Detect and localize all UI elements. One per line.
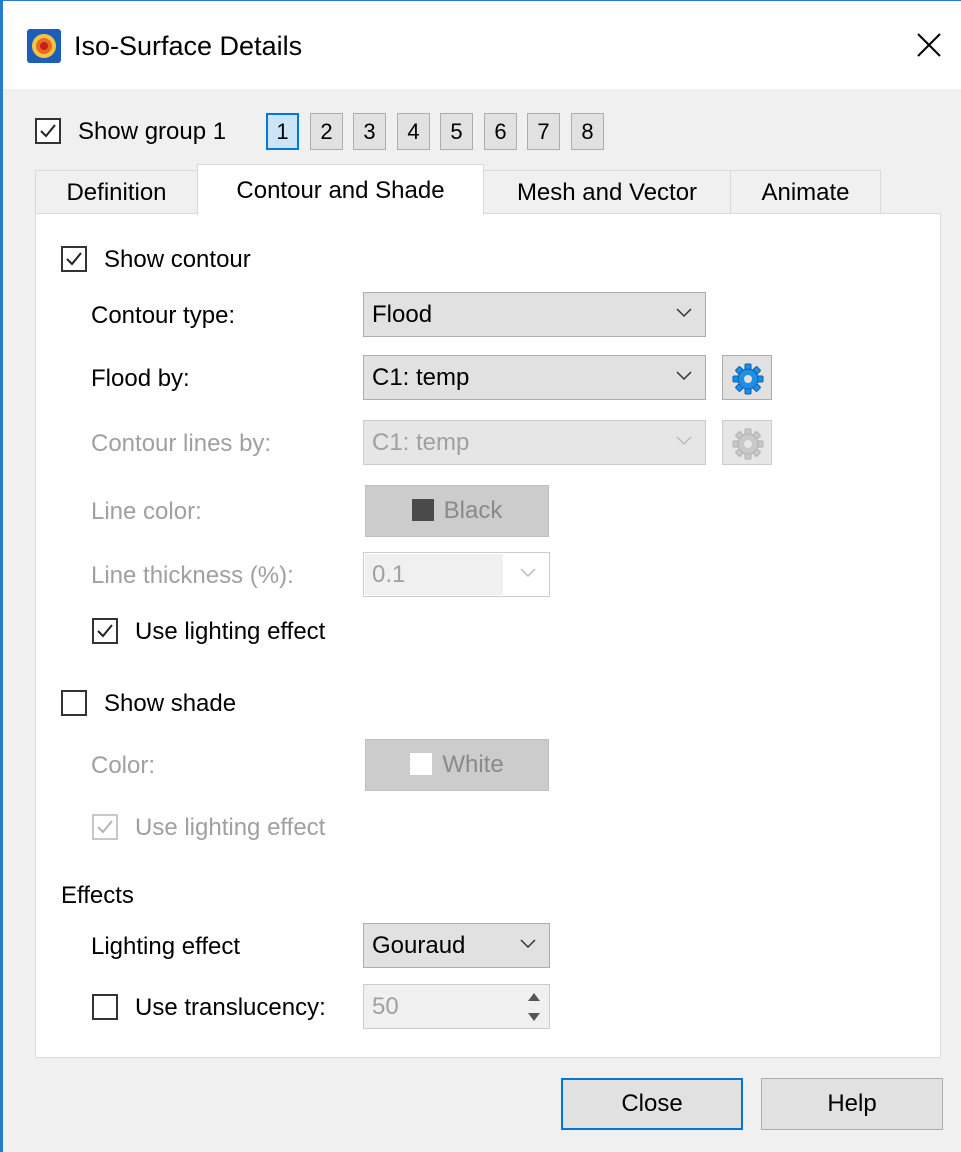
translucency-value: 50 <box>372 993 399 1020</box>
chevron-down-icon <box>520 939 536 949</box>
show-group-checkbox[interactable] <box>35 118 61 144</box>
lighting-effect-label: Lighting effect <box>91 933 241 960</box>
group-button-4[interactable]: 4 <box>397 113 430 150</box>
shade-color-label: Color: <box>91 752 156 779</box>
chevron-down-icon <box>520 568 536 578</box>
tab-mesh-and-vector[interactable]: Mesh and Vector <box>483 170 731 214</box>
close-button[interactable]: Close <box>561 1078 743 1130</box>
contour-type-value: Flood <box>372 301 433 328</box>
line-thickness-combo[interactable]: 0.1 <box>363 552 550 597</box>
help-button[interactable]: Help <box>761 1078 943 1130</box>
show-shade-label: Show shade <box>104 690 237 717</box>
group-button-3[interactable]: 3 <box>353 113 386 150</box>
chevron-down-icon <box>676 436 692 446</box>
lighting-effect-select[interactable]: Gouraud <box>363 923 550 968</box>
flood-by-value: C1: temp <box>372 364 470 391</box>
shade-lighting-label: Use lighting effect <box>135 814 326 841</box>
effects-heading: Effects <box>61 882 134 909</box>
group-button-1[interactable]: 1 <box>266 113 299 150</box>
shade-color-button[interactable]: White <box>365 739 549 791</box>
tab-contour-and-shade[interactable]: Contour and Shade <box>197 164 484 215</box>
shade-color-value: White <box>442 751 504 778</box>
window-border-left <box>0 0 3 1152</box>
gear-icon <box>732 428 764 460</box>
tab-animate[interactable]: Animate <box>730 170 881 214</box>
line-thickness-label: Line thickness (%): <box>91 562 294 589</box>
show-shade-checkbox[interactable] <box>61 690 87 716</box>
group-button-2[interactable]: 2 <box>310 113 343 150</box>
lighting-effect-value: Gouraud <box>372 932 466 959</box>
group-button-6[interactable]: 6 <box>484 113 517 150</box>
show-contour-checkbox[interactable] <box>61 246 87 272</box>
flood-settings-button[interactable] <box>722 355 772 400</box>
show-contour-label: Show contour <box>104 246 251 273</box>
gear-icon <box>732 363 764 395</box>
flood-by-select[interactable]: C1: temp <box>363 355 706 400</box>
contour-lines-by-select[interactable]: C1: temp <box>363 420 706 465</box>
flood-by-label: Flood by: <box>91 365 190 392</box>
spin-down-icon[interactable] <box>523 1007 545 1027</box>
line-thickness-value: 0.1 <box>372 561 406 588</box>
contour-lines-by-value: C1: temp <box>372 429 470 456</box>
show-group-label: Show group 1 <box>78 118 227 145</box>
window-title: Iso-Surface Details <box>74 31 303 61</box>
use-translucency-checkbox[interactable] <box>92 994 118 1020</box>
shade-color-swatch <box>410 753 433 775</box>
line-color-swatch <box>411 499 434 521</box>
use-translucency-label: Use translucency: <box>135 994 326 1021</box>
shade-lighting-checkbox[interactable] <box>92 814 118 840</box>
group-button-5[interactable]: 5 <box>440 113 473 150</box>
contour-type-select[interactable]: Flood <box>363 292 706 337</box>
title-bar[interactable]: Iso-Surface Details <box>3 1 961 89</box>
spin-up-icon[interactable] <box>523 987 545 1007</box>
line-color-value: Black <box>443 497 503 524</box>
chevron-down-icon <box>676 371 692 381</box>
group-button-8[interactable]: 8 <box>571 113 604 150</box>
app-icon <box>27 29 61 63</box>
tab-definition[interactable]: Definition <box>35 170 198 214</box>
chevron-down-icon <box>676 308 692 318</box>
translucency-spinner[interactable]: 50 <box>363 984 550 1029</box>
contour-lines-by-label: Contour lines by: <box>91 430 272 457</box>
contour-lighting-label: Use lighting effect <box>135 618 326 645</box>
line-color-button[interactable]: Black <box>365 485 549 537</box>
iso-surface-dialog: Iso-Surface Details Show group 1 1 2 3 4… <box>0 0 961 1152</box>
contour-type-label: Contour type: <box>91 302 236 329</box>
close-window-icon[interactable] <box>913 29 945 61</box>
group-button-7[interactable]: 7 <box>527 113 560 150</box>
contour-lighting-checkbox[interactable] <box>92 618 118 644</box>
line-color-label: Line color: <box>91 498 202 525</box>
contour-lines-settings-button[interactable] <box>722 420 772 465</box>
